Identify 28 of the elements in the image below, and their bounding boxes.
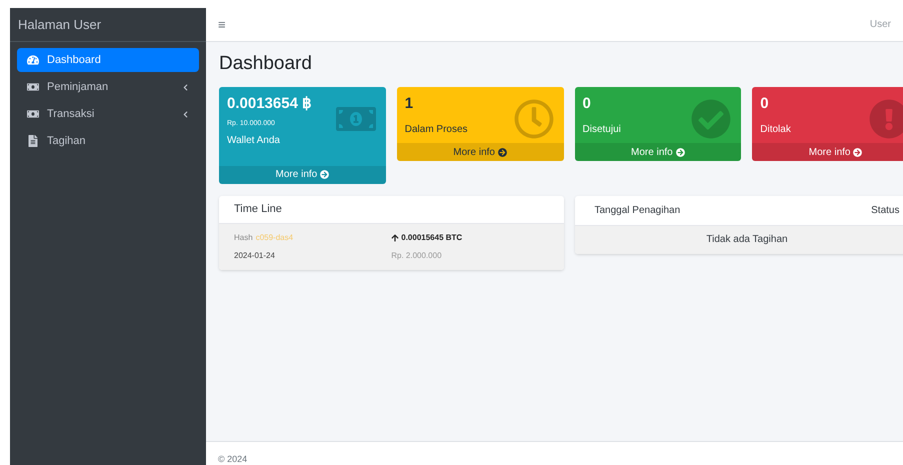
page-title: Dashboard — [219, 52, 313, 76]
card-value: 0 — [582, 94, 591, 114]
card-label: Ditolak — [760, 123, 792, 137]
sidebar-item[interactable]: Dashboard — [17, 48, 199, 72]
hash-label: Hash — [234, 232, 253, 244]
currency-symbol: ฿ — [302, 94, 312, 114]
column-header: Tanggal Penagihan — [594, 204, 680, 218]
card-value: 0.0013654 — [227, 94, 298, 114]
footer-text: © 2024 — [218, 453, 248, 465]
sidebar-item[interactable]: Tagihan — [17, 129, 199, 153]
more-info-link[interactable]: More info — [219, 166, 386, 184]
sidebar-item[interactable]: Transaksi — [17, 102, 199, 126]
sidebar-item[interactable]: Peminjaman — [17, 75, 199, 99]
btc-amount: 0.00015645 BTC — [401, 232, 462, 244]
card-label: Disetujui — [582, 123, 622, 137]
menu-button[interactable]: ≡ — [218, 14, 226, 34]
column-header: Status — [871, 204, 900, 218]
card-value: 1 — [404, 94, 414, 114]
entry-date: 2024-01-24 — [234, 250, 276, 262]
card-label: Dalam Proses — [404, 123, 469, 137]
more-info-link[interactable]: More info — [752, 143, 903, 161]
rupiah-amount: Rp. 2.000.000 — [391, 250, 443, 262]
hash-value: c059-das4 — [256, 232, 294, 244]
empty-message: Tidak ada Tagihan — [574, 226, 903, 254]
more-info-link[interactable]: More info — [574, 143, 742, 161]
more-info-link[interactable]: More info — [396, 143, 564, 161]
card-label: Wallet Anda — [227, 134, 281, 148]
card-value: 0 — [760, 94, 769, 114]
